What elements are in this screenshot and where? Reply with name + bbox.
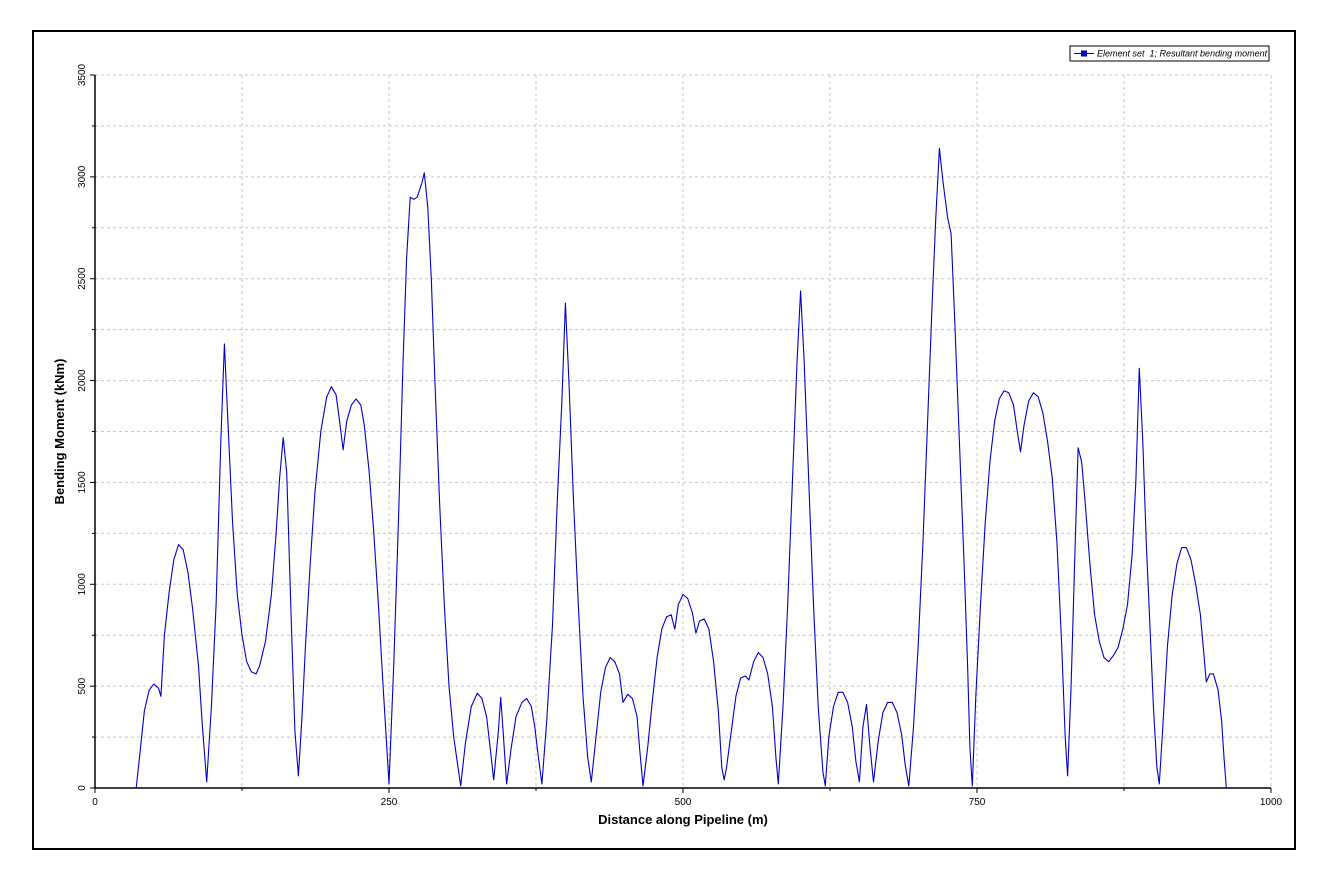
x-tick-label: 250: [381, 797, 398, 808]
y-tick-label: 3000: [77, 165, 88, 188]
legend: Element set 1; Resultant bending moment: [1069, 45, 1270, 62]
y-tick-label: 2500: [77, 267, 88, 290]
y-axis-title: Bending Moment (kNm): [52, 359, 67, 505]
y-tick-label: 1000: [77, 573, 88, 596]
y-tick-label: 2000: [77, 369, 88, 392]
x-tick-label: 500: [675, 797, 692, 808]
x-tick-label: 0: [92, 797, 98, 808]
x-axis-title: Distance along Pipeline (m): [598, 812, 768, 827]
x-tick-label: 1000: [1260, 797, 1283, 808]
y-tick-label: 500: [77, 677, 88, 694]
legend-marker: [1081, 50, 1087, 57]
y-tick-label: 0: [77, 785, 88, 791]
bending-moment-chart: 0 500 1000 1500 2000 2500 3000 3500 0 250 500 750 10…: [34, 32, 1294, 848]
chart-frame: 0 500 1000 1500 2000 2500 3000 3500 0 250 500 750 10…: [32, 30, 1296, 850]
y-tick-label: 3500: [77, 63, 88, 86]
x-tick-label: 750: [969, 797, 986, 808]
y-tick-label: 1500: [77, 471, 88, 494]
legend-series-name: Element set 1; Resultant bending moment: [1097, 49, 1268, 59]
